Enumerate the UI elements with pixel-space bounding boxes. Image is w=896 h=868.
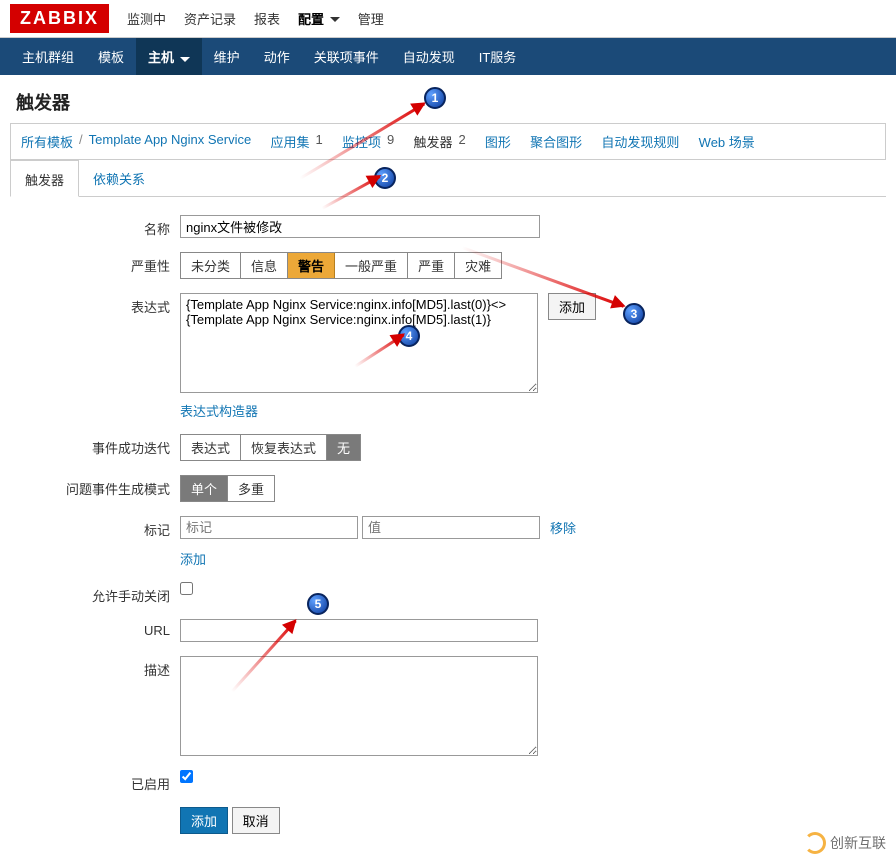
severity-average[interactable]: 一般严重 xyxy=(335,253,408,278)
expression-textarea[interactable]: {Template App Nginx Service:nginx.info[M… xyxy=(180,293,538,393)
breadcrumb-triggercount: 2 xyxy=(458,132,465,151)
breadcrumb-screens[interactable]: 聚合图形 xyxy=(530,132,582,151)
subnav-maintenance[interactable]: 维护 xyxy=(202,38,252,75)
chevron-down-icon xyxy=(330,17,340,22)
breadcrumb-all-templates[interactable]: 所有模板 xyxy=(21,132,73,151)
label-manual-close: 允许手动关闭 xyxy=(10,582,180,605)
event-ok-recovery[interactable]: 恢复表达式 xyxy=(241,435,327,460)
breadcrumb-graphs[interactable]: 图形 xyxy=(485,132,511,151)
watermark-icon xyxy=(804,832,826,854)
manual-close-checkbox[interactable] xyxy=(180,582,193,595)
subnav-templates[interactable]: 模板 xyxy=(86,38,136,75)
enabled-checkbox[interactable] xyxy=(180,770,193,783)
breadcrumb: 所有模板 / Template App Nginx Service 应用集 1 … xyxy=(10,123,886,160)
label-problem-mode: 问题事件生成模式 xyxy=(10,475,180,498)
severity-selector: 未分类 信息 警告 一般严重 严重 灾难 xyxy=(180,252,502,279)
tag-value-input[interactable] xyxy=(362,516,540,539)
expression-add-button[interactable]: 添加 xyxy=(548,293,596,320)
subnav-hostgroups[interactable]: 主机群组 xyxy=(10,38,86,75)
page-title: 触发器 xyxy=(0,75,896,123)
logo[interactable]: ZABBIX xyxy=(10,4,109,33)
breadcrumb-triggers: 触发器 xyxy=(413,132,452,151)
label-url: URL xyxy=(10,619,180,638)
tag-add-link[interactable]: 添加 xyxy=(180,552,206,567)
watermark: 创新互联 xyxy=(804,832,886,854)
tag-name-input[interactable] xyxy=(180,516,358,539)
subnav: 主机群组 模板 主机 维护 动作 关联项事件 自动发现 IT服务 xyxy=(0,38,896,75)
breadcrumb-appcount: 1 xyxy=(315,132,322,151)
breadcrumb-itemcount: 9 xyxy=(387,132,394,151)
subnav-label: 主机 xyxy=(148,50,174,65)
subnav-actions[interactable]: 动作 xyxy=(252,38,302,75)
breadcrumb-web[interactable]: Web 场景 xyxy=(699,132,755,151)
nav-item-reports[interactable]: 报表 xyxy=(254,9,280,28)
problem-mode-single[interactable]: 单个 xyxy=(181,476,228,501)
nav-item-configuration[interactable]: 配置 xyxy=(298,9,340,28)
severity-disaster[interactable]: 灾难 xyxy=(455,253,501,278)
nav-item-monitoring[interactable]: 监测中 xyxy=(127,9,166,28)
label-severity: 严重性 xyxy=(10,252,180,275)
label-expression: 表达式 xyxy=(10,293,180,316)
severity-information[interactable]: 信息 xyxy=(241,253,288,278)
subnav-correlation[interactable]: 关联项事件 xyxy=(302,38,391,75)
topbar: ZABBIX 监测中 资产记录 报表 配置 管理 xyxy=(0,0,896,38)
subnav-it-services[interactable]: IT服务 xyxy=(467,38,529,75)
watermark-text: 创新互联 xyxy=(830,833,886,853)
breadcrumb-applications[interactable]: 应用集 xyxy=(270,132,309,151)
event-ok-selector: 表达式 恢复表达式 无 xyxy=(180,434,361,461)
subnav-discovery[interactable]: 自动发现 xyxy=(391,38,467,75)
label-tags: 标记 xyxy=(10,516,180,539)
severity-warning[interactable]: 警告 xyxy=(288,253,335,278)
problem-mode-multiple[interactable]: 多重 xyxy=(228,476,274,501)
nav-item-inventory[interactable]: 资产记录 xyxy=(184,9,236,28)
breadcrumb-template-name[interactable]: Template App Nginx Service xyxy=(89,132,252,151)
form-tabs: 触发器 依赖关系 xyxy=(10,160,886,197)
label-name: 名称 xyxy=(10,215,180,238)
expression-constructor-link[interactable]: 表达式构造器 xyxy=(180,404,258,419)
chevron-down-icon xyxy=(180,57,190,62)
label-enabled: 已启用 xyxy=(10,770,180,793)
tab-trigger[interactable]: 触发器 xyxy=(10,160,79,197)
nav-item-label: 配置 xyxy=(298,12,324,27)
name-input[interactable] xyxy=(180,215,540,238)
breadcrumb-items[interactable]: 监控项 xyxy=(342,132,381,151)
url-input[interactable] xyxy=(180,619,538,642)
problem-mode-selector: 单个 多重 xyxy=(180,475,275,502)
event-ok-none[interactable]: 无 xyxy=(327,435,360,460)
cancel-button[interactable]: 取消 xyxy=(232,807,280,834)
severity-not-classified[interactable]: 未分类 xyxy=(181,253,241,278)
tab-dependencies[interactable]: 依赖关系 xyxy=(79,160,159,197)
event-ok-expression[interactable]: 表达式 xyxy=(181,435,241,460)
severity-high[interactable]: 严重 xyxy=(408,253,455,278)
breadcrumb-discovery-rules[interactable]: 自动发现规则 xyxy=(601,132,679,151)
subnav-hosts[interactable]: 主机 xyxy=(136,38,202,75)
trigger-form: 名称 严重性 未分类 信息 警告 一般严重 严重 灾难 表达式 {Templat… xyxy=(0,197,896,868)
nav-item-admin[interactable]: 管理 xyxy=(358,9,384,28)
tag-remove-link[interactable]: 移除 xyxy=(550,518,576,537)
submit-button[interactable]: 添加 xyxy=(180,807,228,834)
label-event-ok: 事件成功迭代 xyxy=(10,434,180,457)
label-desc: 描述 xyxy=(10,656,180,679)
description-textarea[interactable] xyxy=(180,656,538,756)
